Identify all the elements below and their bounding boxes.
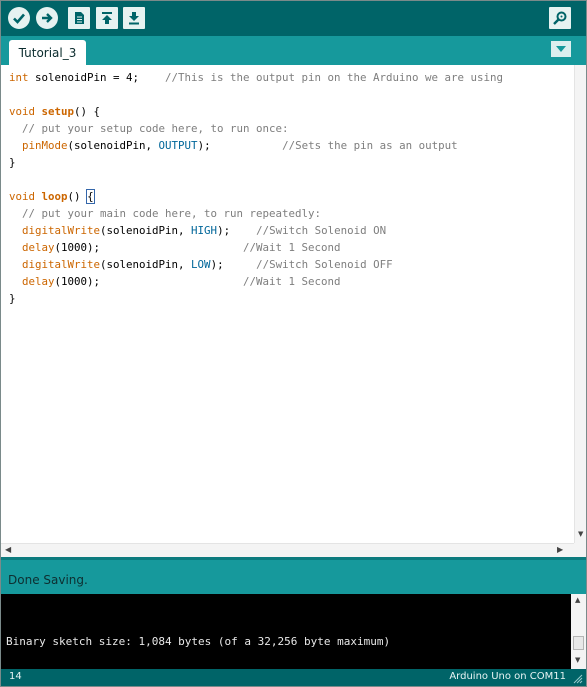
code-token: void — [9, 105, 36, 118]
code-token: setup — [41, 105, 75, 118]
magnifier-icon — [553, 11, 567, 25]
scrollbar-corner — [574, 543, 586, 557]
scroll-left-arrow-icon[interactable]: ◀ — [5, 545, 11, 554]
save-down-arrow-icon — [129, 12, 139, 25]
code-token: (1000); — [54, 275, 244, 288]
code-token: //Wait 1 Second — [243, 241, 341, 254]
editor-horizontal-scrollbar[interactable]: ◀ ▶ — [1, 543, 574, 557]
checkmark-icon — [13, 13, 25, 24]
save-button[interactable] — [123, 7, 145, 29]
code-token: solenoidPin = 4; — [28, 71, 166, 84]
code-token: { — [86, 189, 95, 204]
resize-grip-icon[interactable] — [573, 674, 583, 684]
code-token: (solenoidPin, — [100, 258, 192, 271]
console-scrollbar[interactable]: ▲ ▼ — [571, 594, 586, 669]
scroll-right-arrow-icon[interactable]: ▶ — [557, 545, 563, 554]
status-message: Done Saving. — [8, 573, 88, 587]
console-text: Binary sketch size: 1,084 bytes (of a 32… — [6, 635, 391, 648]
code-token: (solenoidPin, — [67, 139, 159, 152]
serial-monitor-button[interactable] — [549, 7, 571, 29]
code-token: LOW — [191, 258, 211, 271]
code-token: (1000); — [54, 241, 244, 254]
editor-vertical-scrollbar[interactable]: ▼ — [574, 65, 586, 543]
code-line[interactable]: pinMode(solenoidPin, OUTPUT); //Sets the… — [9, 137, 503, 154]
tab-tutorial-3[interactable]: Tutorial_3 — [9, 40, 86, 65]
tab-bar: Tutorial_3 — [1, 36, 586, 65]
code-line[interactable] — [9, 86, 503, 103]
scroll-down-arrow-icon[interactable]: ▼ — [575, 656, 580, 664]
open-button[interactable] — [96, 7, 118, 29]
code-token: // put your setup code here, to run once… — [22, 122, 289, 135]
code-line[interactable]: } — [9, 154, 503, 171]
code-token: //Switch Solenoid ON — [256, 224, 387, 237]
upload-button[interactable] — [36, 7, 58, 29]
code-line[interactable]: int solenoidPin = 4; //This is the outpu… — [9, 69, 503, 86]
code-token: () — [67, 190, 88, 203]
code-line[interactable]: digitalWrite(solenoidPin, LOW); //Switch… — [9, 256, 503, 273]
code-token: } — [9, 292, 16, 305]
scroll-up-arrow-icon[interactable]: ▲ — [575, 596, 580, 604]
code-line[interactable]: void setup() { — [9, 103, 503, 120]
code-line[interactable]: // put your main code here, to run repea… — [9, 205, 503, 222]
code-line[interactable]: delay(1000); //Wait 1 Second — [9, 273, 503, 290]
new-file-icon — [75, 12, 84, 24]
code-token: delay — [22, 241, 55, 254]
code-token: OUTPUT — [158, 139, 198, 152]
status-bar: Done Saving. — [1, 557, 586, 594]
code-token: digitalWrite — [22, 258, 101, 271]
code-token: //This is the output pin on the Arduino … — [165, 71, 504, 84]
code-token: digitalWrite — [22, 224, 101, 237]
toolbar — [1, 1, 586, 36]
code-token: pinMode — [22, 139, 68, 152]
code-token: loop — [41, 190, 68, 203]
code-token: //Sets the pin as an output — [282, 139, 458, 152]
code-text[interactable]: int solenoidPin = 4; //This is the outpu… — [9, 69, 503, 307]
code-token: HIGH — [191, 224, 218, 237]
code-token: void — [9, 190, 36, 203]
scroll-down-arrow-icon[interactable]: ▼ — [578, 530, 583, 538]
open-up-arrow-icon — [102, 12, 112, 24]
code-token: (solenoidPin, — [100, 224, 192, 237]
code-token: ); — [197, 139, 283, 152]
arduino-ide-window: Tutorial_3 int solenoidPin = 4; //This i… — [0, 0, 587, 687]
code-token: ); — [210, 258, 257, 271]
code-token: () { — [74, 105, 101, 118]
code-line[interactable]: digitalWrite(solenoidPin, HIGH); //Switc… — [9, 222, 503, 239]
code-line[interactable]: void loop() { — [9, 188, 503, 205]
code-token: } — [9, 156, 16, 169]
right-arrow-icon — [42, 13, 53, 23]
code-token: delay — [22, 275, 55, 288]
code-token: ); — [217, 224, 257, 237]
verify-button[interactable] — [8, 7, 30, 29]
code-line[interactable]: } — [9, 290, 503, 307]
tab-menu-button[interactable] — [551, 41, 571, 57]
console-output[interactable]: Binary sketch size: 1,084 bytes (of a 32… — [1, 594, 571, 669]
footer-bar: 14 Arduino Uno on COM11 — [1, 669, 586, 686]
code-editor[interactable]: int solenoidPin = 4; //This is the outpu… — [1, 65, 574, 543]
code-line[interactable] — [9, 171, 503, 188]
scroll-thumb[interactable] — [573, 636, 584, 650]
code-token: // put your main code here, to run repea… — [22, 207, 322, 220]
code-line[interactable]: // put your setup code here, to run once… — [9, 120, 503, 137]
code-line[interactable]: delay(1000); //Wait 1 Second — [9, 239, 503, 256]
new-button[interactable] — [68, 7, 90, 29]
board-port-label: Arduino Uno on COM11 — [449, 671, 566, 682]
code-token: //Wait 1 Second — [243, 275, 341, 288]
code-token: int — [9, 71, 29, 84]
line-number: 14 — [9, 671, 22, 682]
triangle-down-icon — [556, 46, 566, 52]
tab-label: Tutorial_3 — [18, 45, 77, 60]
code-token: //Switch Solenoid OFF — [256, 258, 393, 271]
